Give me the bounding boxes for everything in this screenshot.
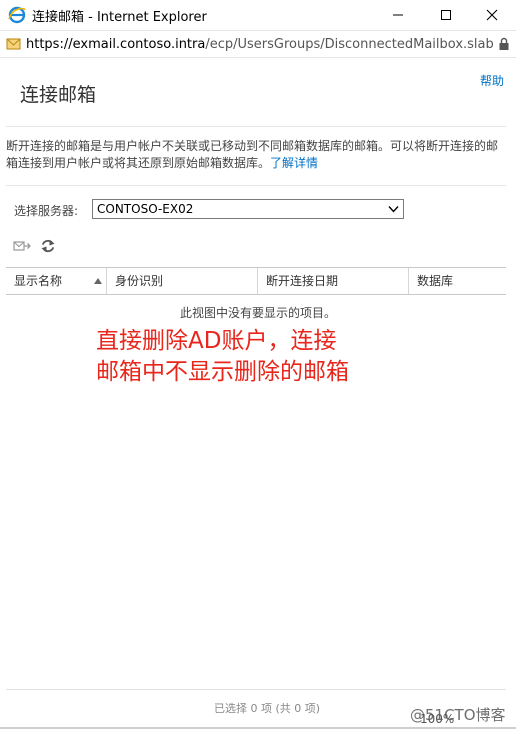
column-header-display-name[interactable]: 显示名称 [6,268,62,294]
close-icon [486,9,498,21]
page-title: 连接邮箱 [20,84,97,106]
close-button[interactable] [470,0,514,30]
watermark: @51CTO博客 [410,706,506,724]
chevron-down-icon [388,206,399,213]
help-link[interactable]: 帮助 [480,72,504,89]
annotation-line-2: 邮箱中不显示删除的邮箱 [96,359,349,385]
internet-explorer-icon [8,6,26,24]
refresh-icon[interactable] [39,238,57,254]
annotation-text: 直接删除AD账户，连接 邮箱中不显示删除的邮箱 [96,326,396,388]
address-bar[interactable]: https://exmail.contoso.intra/ecp/UsersGr… [0,30,516,58]
learn-more-link[interactable]: 了解详情 [270,156,318,170]
lock-icon[interactable] [498,37,510,51]
url-path: /ecp/UsersGroups/DisconnectedMailbox.sla… [205,37,494,52]
column-header-identity[interactable]: 身份识别 [107,268,163,294]
column-header-database[interactable]: 数据库 [409,268,453,294]
minimize-button[interactable] [376,0,420,30]
grid-header: 显示名称 身份识别 断开连接日期 数据库 [6,267,506,295]
grid-empty-message: 此视图中没有要显示的项目。 [179,306,336,320]
window-title: 连接邮箱 - Internet Explorer [32,10,207,25]
description-divider [6,185,506,186]
page-icon [6,38,21,50]
url-scheme: https:// [26,37,73,52]
maximize-button[interactable] [424,0,468,30]
selection-status: 已选择 0 项 (共 0 项) [214,702,321,715]
sort-ascending-icon [94,278,102,284]
maximize-icon [441,10,451,20]
minimize-icon [393,14,403,16]
server-select-value: CONTOSO-EX02 [97,202,194,216]
server-select[interactable]: CONTOSO-EX02 [92,199,404,219]
window-titlebar: 连接邮箱 - Internet Explorer [0,0,516,30]
footer-divider [6,689,506,690]
page-description: 断开连接的邮箱是与用户帐户不关联或已移动到不同邮箱数据库的邮箱。可以将断开连接的… [6,138,506,172]
description-text: 断开连接的邮箱是与用户帐户不关联或已移动到不同邮箱数据库的邮箱。可以将断开连接的… [6,139,499,170]
header-divider [6,126,506,127]
url-host: exmail.contoso.intra [72,37,206,52]
annotation-line-1: 直接删除AD账户，连接 [96,328,337,354]
address-url[interactable]: https://exmail.contoso.intra/ecp/UsersGr… [26,37,494,52]
column-header-disconnect-date[interactable]: 断开连接日期 [258,268,338,294]
connect-icon[interactable] [13,238,31,254]
server-select-label: 选择服务器: [14,204,79,218]
